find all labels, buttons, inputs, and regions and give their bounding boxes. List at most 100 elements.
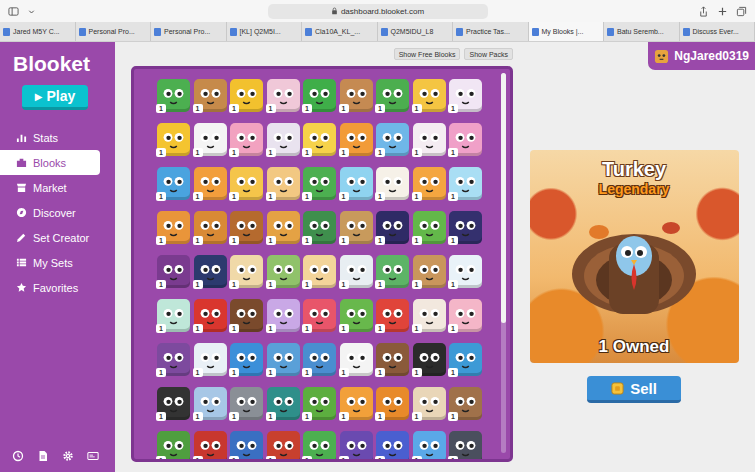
browser-tab[interactable]: [KL] Q2M5I... bbox=[227, 22, 303, 41]
blook-tile[interactable]: 1 bbox=[449, 343, 482, 376]
sidebar-item[interactable]: My Sets bbox=[0, 250, 100, 275]
blook-tile[interactable]: 1 bbox=[303, 343, 336, 376]
blook-tile[interactable]: 1 bbox=[230, 299, 263, 332]
blook-tile[interactable]: 1 bbox=[157, 123, 190, 156]
blook-tile[interactable]: 1 bbox=[340, 123, 373, 156]
blook-tile[interactable]: 1 bbox=[376, 211, 409, 244]
sell-button[interactable]: Sell bbox=[587, 376, 681, 403]
blook-tile[interactable]: 1 bbox=[267, 431, 300, 462]
blook-tile[interactable]: 1 bbox=[340, 299, 373, 332]
blook-tile[interactable]: 1 bbox=[267, 79, 300, 112]
blook-tile[interactable]: 1 bbox=[267, 255, 300, 288]
blook-tile[interactable]: 1 bbox=[267, 387, 300, 420]
blook-tile[interactable]: 1 bbox=[376, 343, 409, 376]
blook-tile[interactable]: 1 bbox=[230, 343, 263, 376]
blook-tile[interactable]: 1 bbox=[157, 343, 190, 376]
browser-tab[interactable]: Practice Tas... bbox=[453, 22, 529, 41]
blook-tile[interactable]: 1 bbox=[194, 387, 227, 420]
filter-button[interactable]: Show Free Blooks bbox=[394, 48, 461, 60]
blook-tile[interactable]: 1 bbox=[194, 211, 227, 244]
gear-icon[interactable] bbox=[62, 450, 74, 462]
blook-tile[interactable]: 1 bbox=[194, 255, 227, 288]
blook-tile[interactable]: 1 bbox=[230, 431, 263, 462]
blook-tile[interactable]: 1 bbox=[194, 79, 227, 112]
blook-tile[interactable]: 1 bbox=[449, 211, 482, 244]
blook-tile[interactable]: 1 bbox=[413, 299, 446, 332]
scrollbar[interactable] bbox=[501, 73, 506, 453]
blook-tile[interactable]: 1 bbox=[194, 167, 227, 200]
blook-tile[interactable]: 1 bbox=[303, 79, 336, 112]
blook-tile[interactable]: 1 bbox=[230, 255, 263, 288]
address-field[interactable]: dashboard.blooket.com bbox=[268, 4, 488, 19]
blook-tile[interactable]: 1 bbox=[449, 431, 482, 462]
blook-tile[interactable]: 1 bbox=[413, 343, 446, 376]
blook-tile[interactable]: 1 bbox=[230, 123, 263, 156]
blook-tile[interactable]: 1 bbox=[267, 299, 300, 332]
blook-tile[interactable]: 1 bbox=[376, 167, 409, 200]
plus-icon[interactable] bbox=[717, 6, 728, 17]
blook-tile[interactable]: 1 bbox=[157, 387, 190, 420]
blook-tile[interactable]: 1 bbox=[413, 167, 446, 200]
logo[interactable]: Blooket bbox=[0, 51, 115, 77]
blook-tile[interactable]: 1 bbox=[194, 299, 227, 332]
history-icon[interactable] bbox=[12, 450, 24, 462]
blook-tile[interactable]: 1 bbox=[376, 123, 409, 156]
blook-tile[interactable]: 1 bbox=[303, 299, 336, 332]
play-button[interactable]: ▶Play bbox=[22, 85, 88, 110]
blook-tile[interactable]: 1 bbox=[230, 167, 263, 200]
blook-tile[interactable]: 1 bbox=[230, 79, 263, 112]
blook-tile[interactable]: 1 bbox=[303, 255, 336, 288]
blook-tile[interactable]: 1 bbox=[413, 79, 446, 112]
blook-tile[interactable]: 1 bbox=[230, 387, 263, 420]
blook-tile[interactable]: 1 bbox=[157, 299, 190, 332]
blook-tile[interactable]: 1 bbox=[267, 167, 300, 200]
blook-tile[interactable]: 1 bbox=[376, 431, 409, 462]
browser-tab[interactable]: Batu Seremb... bbox=[604, 22, 680, 41]
blook-tile[interactable]: 1 bbox=[230, 211, 263, 244]
sidebar-item[interactable]: Market bbox=[0, 175, 100, 200]
blook-tile[interactable]: 1 bbox=[194, 123, 227, 156]
browser-tab[interactable]: Jared M5Y C... bbox=[0, 22, 76, 41]
blook-tile[interactable]: 1 bbox=[303, 211, 336, 244]
blook-tile[interactable]: 1 bbox=[449, 387, 482, 420]
chevron-down-icon[interactable] bbox=[27, 7, 36, 16]
document-icon[interactable] bbox=[37, 450, 49, 462]
blook-tile[interactable]: 1 bbox=[449, 123, 482, 156]
blook-tile[interactable]: 1 bbox=[340, 167, 373, 200]
blook-tile[interactable]: 1 bbox=[303, 431, 336, 462]
browser-tab[interactable]: Cla10A_KL_... bbox=[302, 22, 378, 41]
sidebar-item[interactable]: Discover bbox=[0, 200, 100, 225]
browser-tab[interactable]: Discuss Ever... bbox=[680, 22, 755, 41]
blook-tile[interactable]: 1 bbox=[194, 343, 227, 376]
sidebar-item[interactable]: Stats bbox=[0, 125, 100, 150]
blook-tile[interactable]: 1 bbox=[413, 431, 446, 462]
blook-tile[interactable]: 1 bbox=[157, 211, 190, 244]
blook-tile[interactable]: 1 bbox=[376, 79, 409, 112]
blook-tile[interactable]: 1 bbox=[413, 123, 446, 156]
blook-tile[interactable]: 1 bbox=[157, 255, 190, 288]
browser-tab[interactable]: Q2M5IDU_L8 bbox=[378, 22, 454, 41]
blook-tile[interactable]: 1 bbox=[413, 211, 446, 244]
share-icon[interactable] bbox=[698, 6, 709, 17]
card-icon[interactable] bbox=[87, 450, 99, 462]
filter-button[interactable]: Show Packs bbox=[464, 48, 513, 60]
blook-tile[interactable]: 1 bbox=[303, 167, 336, 200]
blook-tile[interactable]: 1 bbox=[376, 255, 409, 288]
sidebar-item[interactable]: Set Creator bbox=[0, 225, 100, 250]
blook-tile[interactable]: 1 bbox=[340, 79, 373, 112]
blook-tile[interactable]: 1 bbox=[449, 255, 482, 288]
blook-tile[interactable]: 1 bbox=[340, 431, 373, 462]
blook-tile[interactable]: 1 bbox=[194, 431, 227, 462]
blook-tile[interactable]: 1 bbox=[376, 299, 409, 332]
blook-tile[interactable]: 1 bbox=[303, 387, 336, 420]
blook-tile[interactable]: 1 bbox=[267, 123, 300, 156]
blook-tile[interactable]: 1 bbox=[413, 387, 446, 420]
blook-tile[interactable]: 1 bbox=[267, 211, 300, 244]
browser-tab[interactable]: Personal Pro... bbox=[76, 22, 152, 41]
blook-tile[interactable]: 1 bbox=[157, 167, 190, 200]
blook-tile[interactable]: 1 bbox=[157, 431, 190, 462]
browser-tab[interactable]: My Blooks |... bbox=[529, 22, 605, 41]
blook-tile[interactable]: 1 bbox=[157, 79, 190, 112]
blook-tile[interactable]: 1 bbox=[449, 79, 482, 112]
blook-tile[interactable]: 1 bbox=[449, 299, 482, 332]
